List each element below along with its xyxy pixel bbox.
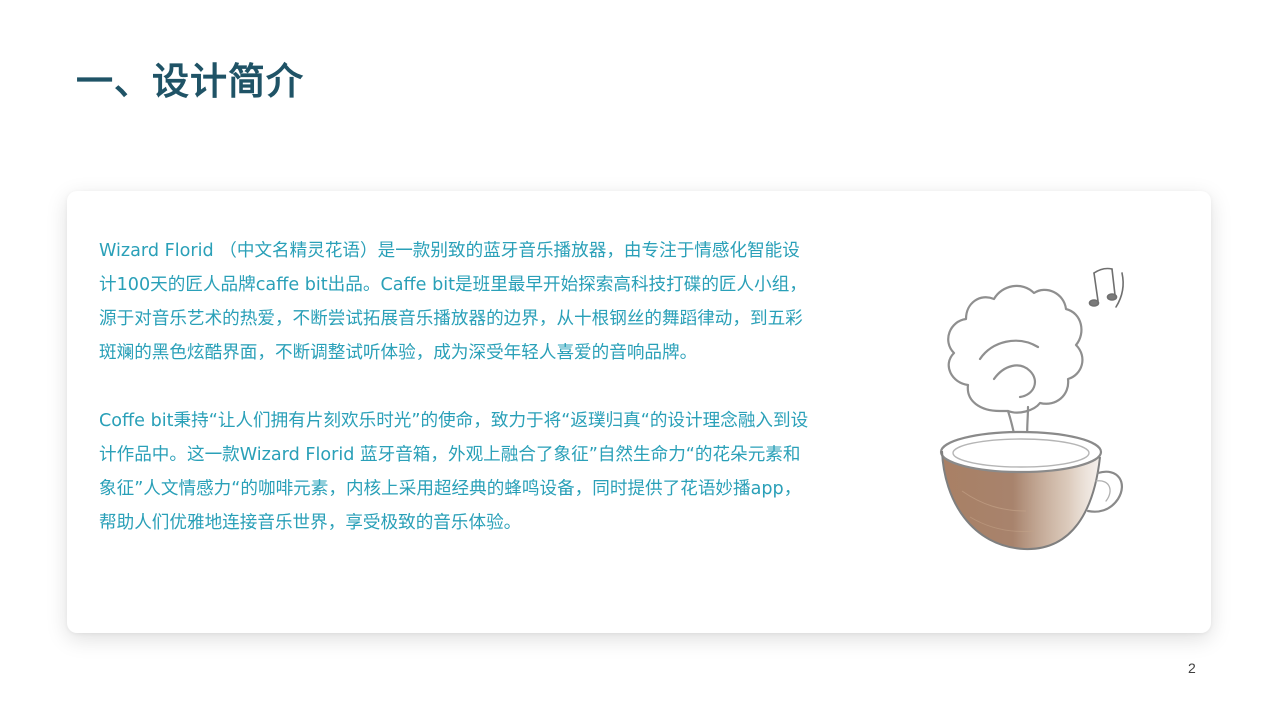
paragraph-1: Wizard Florid （中文名精灵花语）是一款别致的蓝牙音乐播放器，由专注… bbox=[99, 241, 807, 363]
coffee-cup-icon bbox=[939, 430, 1123, 551]
page-number: 2 bbox=[1188, 660, 1196, 676]
page-title: 一、设计简介 bbox=[76, 60, 304, 103]
slide: 一、设计简介 Wizard Florid （中文名精灵花语）是一款别致的蓝牙音乐… bbox=[0, 0, 1280, 720]
flower-horn-icon bbox=[947, 284, 1084, 447]
content-card: Wizard Florid （中文名精灵花语）是一款别致的蓝牙音乐播放器，由专注… bbox=[67, 191, 1211, 633]
paragraph-2: Coffe bit秉持“让人们拥有片刻欢乐时光”的使命，致力于将“返璞归真“的设… bbox=[99, 411, 809, 533]
coffee-cup-flower-speaker-icon bbox=[922, 261, 1152, 571]
music-note-icon bbox=[1088, 267, 1124, 308]
intro-text: Wizard Florid （中文名精灵花语）是一款别致的蓝牙音乐播放器，由专注… bbox=[99, 234, 809, 540]
